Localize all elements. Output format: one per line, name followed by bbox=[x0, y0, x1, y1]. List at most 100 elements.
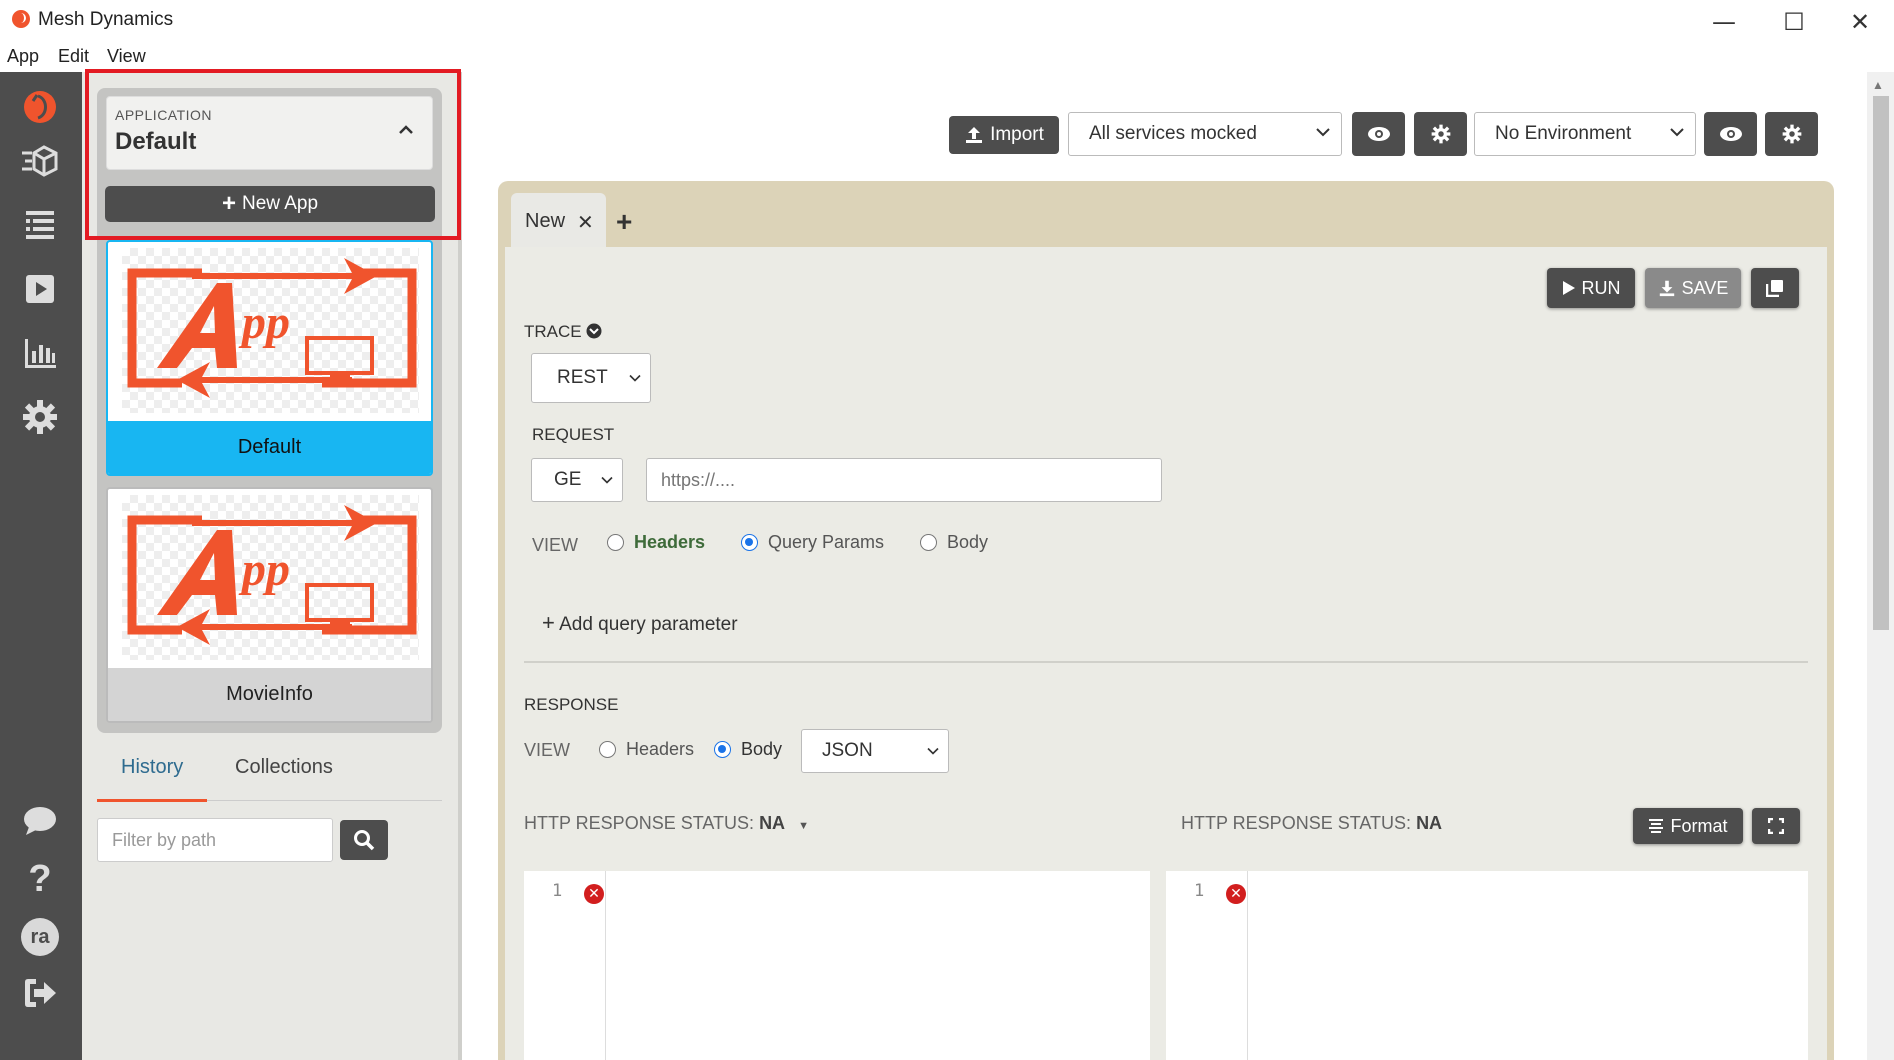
window-title: Mesh Dynamics bbox=[38, 9, 174, 30]
close-icon[interactable]: ✕ bbox=[577, 210, 594, 235]
menu-view[interactable]: View bbox=[107, 46, 146, 67]
logo-icon[interactable] bbox=[19, 86, 61, 128]
chevron-down-icon bbox=[601, 476, 613, 484]
app-tile-default[interactable]: pp Default bbox=[106, 240, 433, 476]
add-query-parameter-link[interactable]: + Add query parameter bbox=[542, 610, 738, 636]
close-window-button[interactable]: ✕ bbox=[1825, 2, 1894, 42]
import-button[interactable]: Import bbox=[949, 116, 1059, 154]
radio-response-headers[interactable] bbox=[599, 741, 616, 758]
eye-icon bbox=[1367, 127, 1390, 141]
run-button[interactable]: RUN bbox=[1547, 268, 1635, 308]
radio-headers[interactable] bbox=[607, 534, 624, 551]
maximize-button[interactable]: ☐ bbox=[1759, 2, 1829, 42]
tab-active-indicator bbox=[97, 799, 207, 802]
radio-response-body-label: Body bbox=[741, 739, 783, 759]
format-button[interactable]: Format bbox=[1633, 808, 1743, 844]
tab-history[interactable]: History bbox=[121, 756, 183, 779]
response-view-label: VIEW bbox=[524, 740, 571, 760]
services-icon[interactable] bbox=[19, 140, 61, 182]
gear-icon bbox=[1431, 124, 1450, 144]
response-code-right[interactable]: 1 ✕ bbox=[1166, 871, 1808, 1060]
search-icon bbox=[354, 830, 375, 851]
add-query-parameter-label: Add query parameter bbox=[559, 614, 738, 635]
url-input[interactable] bbox=[646, 458, 1162, 502]
align-icon bbox=[1649, 819, 1664, 833]
duplicate-button[interactable] bbox=[1751, 268, 1799, 308]
http-method-select[interactable]: GE bbox=[531, 458, 623, 502]
chevron-circle-down-icon bbox=[586, 323, 602, 339]
list-icon[interactable] bbox=[19, 204, 61, 246]
app-tile-movieinfo[interactable]: pp MovieInfo bbox=[106, 487, 433, 723]
error-icon: ✕ bbox=[584, 884, 604, 904]
chevron-down-icon bbox=[1669, 122, 1685, 143]
caret-down-icon[interactable]: ▼ bbox=[798, 820, 809, 832]
status-right-value: NA bbox=[1416, 813, 1443, 833]
status-right-label: HTTP RESPONSE STATUS: bbox=[1181, 813, 1412, 833]
app-logo-icon bbox=[12, 10, 30, 28]
request-view-query-params[interactable]: Query Params bbox=[741, 532, 884, 553]
search-button[interactable] bbox=[340, 820, 388, 860]
expand-icon bbox=[1768, 818, 1784, 834]
radio-body-label: Body bbox=[947, 532, 989, 552]
tab-collections[interactable]: Collections bbox=[235, 756, 333, 779]
app-tile-label: Default bbox=[108, 421, 431, 474]
chat-icon[interactable] bbox=[19, 800, 61, 842]
scroll-up-icon[interactable]: ▲ bbox=[1872, 78, 1884, 92]
chevron-down-icon bbox=[629, 374, 641, 382]
gear-icon bbox=[1782, 124, 1801, 144]
app-thumbnail-icon: pp bbox=[122, 495, 419, 660]
request-view-headers[interactable]: Headers bbox=[607, 532, 705, 553]
status-left-value: NA bbox=[759, 813, 786, 833]
menu-app[interactable]: App bbox=[7, 46, 39, 67]
view-environment-button[interactable] bbox=[1704, 112, 1757, 156]
radio-response-body[interactable] bbox=[714, 741, 731, 758]
app-tile-label: MovieInfo bbox=[108, 668, 431, 721]
trace-type-select[interactable]: REST bbox=[531, 353, 651, 403]
environment-select[interactable]: No Environment bbox=[1474, 112, 1696, 156]
environment-value: No Environment bbox=[1495, 123, 1632, 144]
play-icon bbox=[1562, 281, 1575, 295]
environment-settings-button[interactable] bbox=[1765, 112, 1818, 156]
menu-edit[interactable]: Edit bbox=[58, 46, 89, 67]
settings-icon[interactable] bbox=[19, 396, 61, 438]
request-label: REQUEST bbox=[532, 425, 615, 444]
expand-button[interactable] bbox=[1752, 808, 1800, 844]
app-thumbnail-icon: pp bbox=[122, 248, 419, 413]
svg-text:pp: pp bbox=[238, 543, 290, 596]
chevron-down-icon bbox=[1315, 122, 1331, 143]
mock-settings-button[interactable] bbox=[1414, 112, 1467, 156]
view-mock-button[interactable] bbox=[1352, 112, 1405, 156]
trace-label[interactable]: TRACE bbox=[524, 322, 602, 342]
radio-headers-label: Headers bbox=[634, 532, 706, 552]
add-tab-icon[interactable]: + bbox=[616, 208, 632, 236]
radio-body[interactable] bbox=[920, 534, 937, 551]
tab-new[interactable]: New ✕ bbox=[511, 193, 606, 247]
response-view-body[interactable]: Body bbox=[714, 739, 782, 760]
status-left-label: HTTP RESPONSE STATUS: bbox=[524, 813, 755, 833]
mock-services-select[interactable]: All services mocked bbox=[1068, 112, 1342, 156]
help-icon[interactable]: ? bbox=[19, 858, 61, 900]
response-format-select[interactable]: JSON bbox=[801, 729, 949, 773]
section-divider bbox=[524, 661, 1808, 663]
eye-icon bbox=[1719, 127, 1742, 141]
plus-icon: + bbox=[542, 610, 555, 635]
line-number: 1 bbox=[552, 881, 563, 901]
import-icon bbox=[966, 127, 983, 143]
chevron-down-icon bbox=[927, 747, 939, 755]
avatar[interactable]: ra bbox=[21, 918, 59, 956]
save-label: SAVE bbox=[1681, 277, 1729, 298]
format-label: Format bbox=[1670, 815, 1728, 836]
radio-query-params[interactable] bbox=[741, 534, 758, 551]
chart-icon[interactable] bbox=[19, 332, 61, 374]
save-button[interactable]: SAVE bbox=[1645, 268, 1741, 308]
play-icon[interactable] bbox=[19, 268, 61, 310]
filter-by-path-input[interactable] bbox=[97, 818, 333, 862]
logout-icon[interactable] bbox=[19, 972, 61, 1014]
response-code-left[interactable]: 1 ✕ bbox=[524, 871, 1150, 1060]
copy-icon bbox=[1766, 280, 1783, 297]
response-view-headers[interactable]: Headers bbox=[599, 739, 694, 760]
minimize-button[interactable]: — bbox=[1689, 2, 1759, 42]
trace-label-text: TRACE bbox=[524, 322, 582, 341]
scrollbar-thumb[interactable] bbox=[1873, 96, 1889, 630]
request-view-body[interactable]: Body bbox=[920, 532, 988, 553]
